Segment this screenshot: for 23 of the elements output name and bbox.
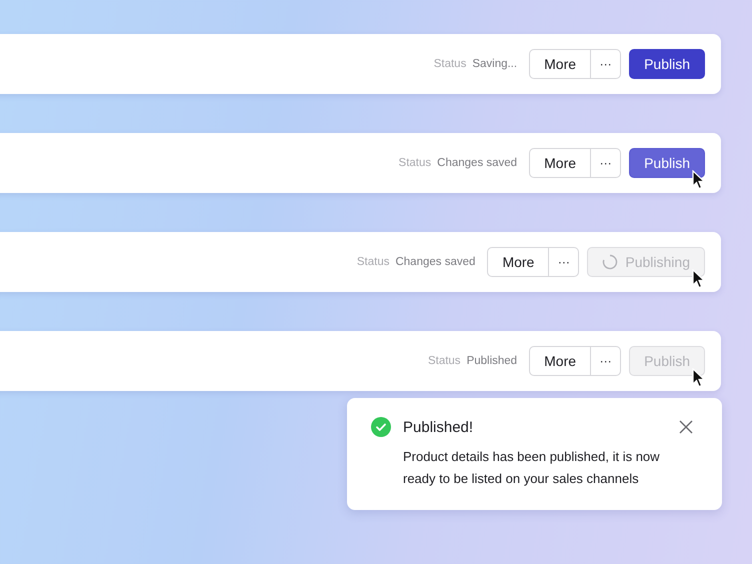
publish-button[interactable]: Publish bbox=[629, 148, 705, 178]
more-button[interactable]: More bbox=[529, 346, 592, 376]
toast-title: Published! bbox=[403, 418, 474, 436]
more-button[interactable]: More bbox=[487, 247, 550, 277]
status-value: Changes saved bbox=[437, 157, 518, 169]
overflow-button[interactable]: ··· bbox=[591, 49, 622, 79]
status-label: Status bbox=[398, 157, 432, 169]
status-value: Saving... bbox=[472, 58, 518, 70]
status-label: Status bbox=[428, 355, 461, 367]
overflow-button[interactable]: ··· bbox=[549, 247, 580, 277]
more-button[interactable]: More bbox=[529, 148, 592, 178]
spinner-icon bbox=[602, 254, 618, 270]
status-value: Changes saved bbox=[395, 256, 476, 268]
more-button[interactable]: More bbox=[529, 49, 592, 79]
success-icon bbox=[371, 417, 391, 437]
overflow-button[interactable]: ··· bbox=[591, 346, 622, 376]
status-value: Published bbox=[466, 355, 518, 367]
toast-message: Product details has been published, it is now ready to be listed on your sales channels bbox=[403, 448, 661, 488]
close-button[interactable] bbox=[678, 419, 694, 435]
publish-button[interactable]: Publish bbox=[629, 49, 705, 79]
status-label: Status bbox=[434, 58, 466, 70]
overflow-button[interactable]: ··· bbox=[591, 148, 622, 178]
status-label: Status bbox=[356, 256, 390, 268]
